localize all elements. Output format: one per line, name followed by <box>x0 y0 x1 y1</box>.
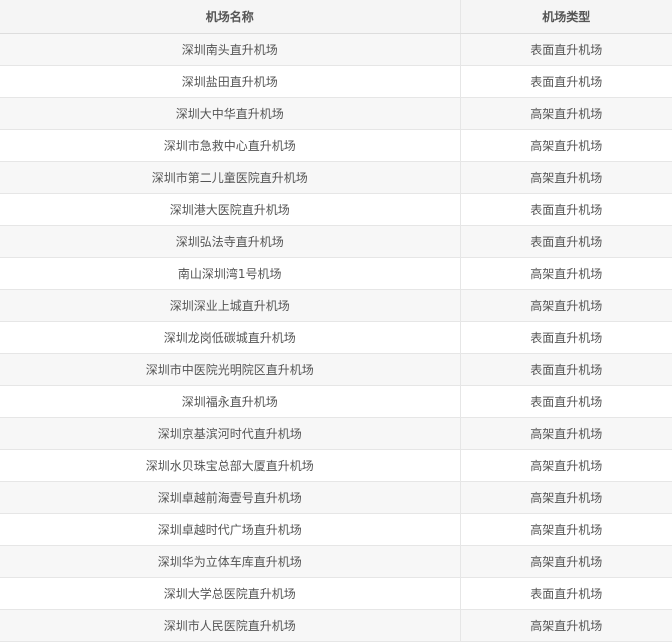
cell-airport-type: 高架直升机场 <box>459 129 672 162</box>
table-row: 深圳市急救中心直升机场 高架直升机场 <box>0 129 672 162</box>
cell-airport-name: 深圳卓越时代广场直升机场 <box>0 513 460 546</box>
cell-airport-type: 高架直升机场 <box>459 97 672 130</box>
cell-airport-type: 高架直升机场 <box>459 257 672 290</box>
table-row: 深圳福永直升机场 表面直升机场 <box>0 385 672 418</box>
cell-airport-name: 南山深圳湾1号机场 <box>0 257 460 290</box>
cell-airport-type: 高架直升机场 <box>459 513 672 546</box>
cell-airport-name: 深圳水贝珠宝总部大厦直升机场 <box>0 449 460 482</box>
cell-airport-type: 表面直升机场 <box>459 193 672 226</box>
table-row: 深圳港大医院直升机场 表面直升机场 <box>0 193 672 226</box>
table-row: 深圳盐田直升机场 表面直升机场 <box>0 65 672 98</box>
table-row: 深圳卓越时代广场直升机场 高架直升机场 <box>0 513 672 546</box>
cell-airport-name: 深圳市中医院光明院区直升机场 <box>0 353 460 386</box>
cell-airport-name: 深圳市人民医院直升机场 <box>0 609 460 642</box>
table-row: 深圳市中医院光明院区直升机场 表面直升机场 <box>0 353 672 386</box>
table-row: 深圳弘法寺直升机场 表面直升机场 <box>0 225 672 258</box>
cell-airport-name: 深圳龙岗低碳城直升机场 <box>0 321 460 354</box>
cell-airport-type: 表面直升机场 <box>459 33 672 66</box>
cell-airport-name: 深圳大学总医院直升机场 <box>0 577 460 610</box>
cell-airport-type: 表面直升机场 <box>459 65 672 98</box>
cell-airport-type: 高架直升机场 <box>459 545 672 578</box>
cell-airport-type: 高架直升机场 <box>459 449 672 482</box>
cell-airport-name: 深圳弘法寺直升机场 <box>0 225 460 258</box>
cell-airport-type: 高架直升机场 <box>459 417 672 450</box>
table-row: 深圳大中华直升机场 高架直升机场 <box>0 97 672 130</box>
cell-airport-name: 深圳深业上城直升机场 <box>0 289 460 322</box>
cell-airport-name: 深圳盐田直升机场 <box>0 65 460 98</box>
column-header-airport-name: 机场名称 <box>0 0 460 34</box>
heliport-table: 机场名称 机场类型 深圳南头直升机场 表面直升机场 深圳盐田直升机场 表面直升机场 深圳… <box>0 0 672 642</box>
cell-airport-type: 表面直升机场 <box>459 385 672 418</box>
cell-airport-name: 深圳京基滨河时代直升机场 <box>0 417 460 450</box>
cell-airport-name: 深圳南头直升机场 <box>0 33 460 66</box>
table-row: 深圳市第二儿童医院直升机场 高架直升机场 <box>0 161 672 194</box>
cell-airport-name: 深圳大中华直升机场 <box>0 97 460 130</box>
table-row: 深圳大学总医院直升机场 表面直升机场 <box>0 577 672 610</box>
cell-airport-type: 表面直升机场 <box>459 577 672 610</box>
table-row: 深圳华为立体车库直升机场 高架直升机场 <box>0 545 672 578</box>
table-row: 深圳水贝珠宝总部大厦直升机场 高架直升机场 <box>0 449 672 482</box>
cell-airport-type: 高架直升机场 <box>459 481 672 514</box>
table-header-row: 机场名称 机场类型 <box>0 0 672 34</box>
table-row: 深圳市人民医院直升机场 高架直升机场 <box>0 609 672 642</box>
table-row: 深圳深业上城直升机场 高架直升机场 <box>0 289 672 322</box>
table-row: 深圳京基滨河时代直升机场 高架直升机场 <box>0 417 672 450</box>
cell-airport-name: 深圳福永直升机场 <box>0 385 460 418</box>
cell-airport-name: 深圳市急救中心直升机场 <box>0 129 460 162</box>
cell-airport-type: 高架直升机场 <box>459 609 672 642</box>
cell-airport-name: 深圳市第二儿童医院直升机场 <box>0 161 460 194</box>
table-row: 南山深圳湾1号机场 高架直升机场 <box>0 257 672 290</box>
cell-airport-name: 深圳华为立体车库直升机场 <box>0 545 460 578</box>
cell-airport-type: 高架直升机场 <box>459 289 672 322</box>
cell-airport-type: 表面直升机场 <box>459 321 672 354</box>
table-body: 深圳南头直升机场 表面直升机场 深圳盐田直升机场 表面直升机场 深圳大中华直升机场 高架直… <box>0 33 672 642</box>
cell-airport-name: 深圳港大医院直升机场 <box>0 193 460 226</box>
column-header-airport-type: 机场类型 <box>459 0 672 34</box>
cell-airport-type: 表面直升机场 <box>459 353 672 386</box>
cell-airport-name: 深圳卓越前海壹号直升机场 <box>0 481 460 514</box>
table-row: 深圳南头直升机场 表面直升机场 <box>0 33 672 66</box>
table-row: 深圳龙岗低碳城直升机场 表面直升机场 <box>0 321 672 354</box>
cell-airport-type: 表面直升机场 <box>459 225 672 258</box>
cell-airport-type: 高架直升机场 <box>459 161 672 194</box>
table-row: 深圳卓越前海壹号直升机场 高架直升机场 <box>0 481 672 514</box>
